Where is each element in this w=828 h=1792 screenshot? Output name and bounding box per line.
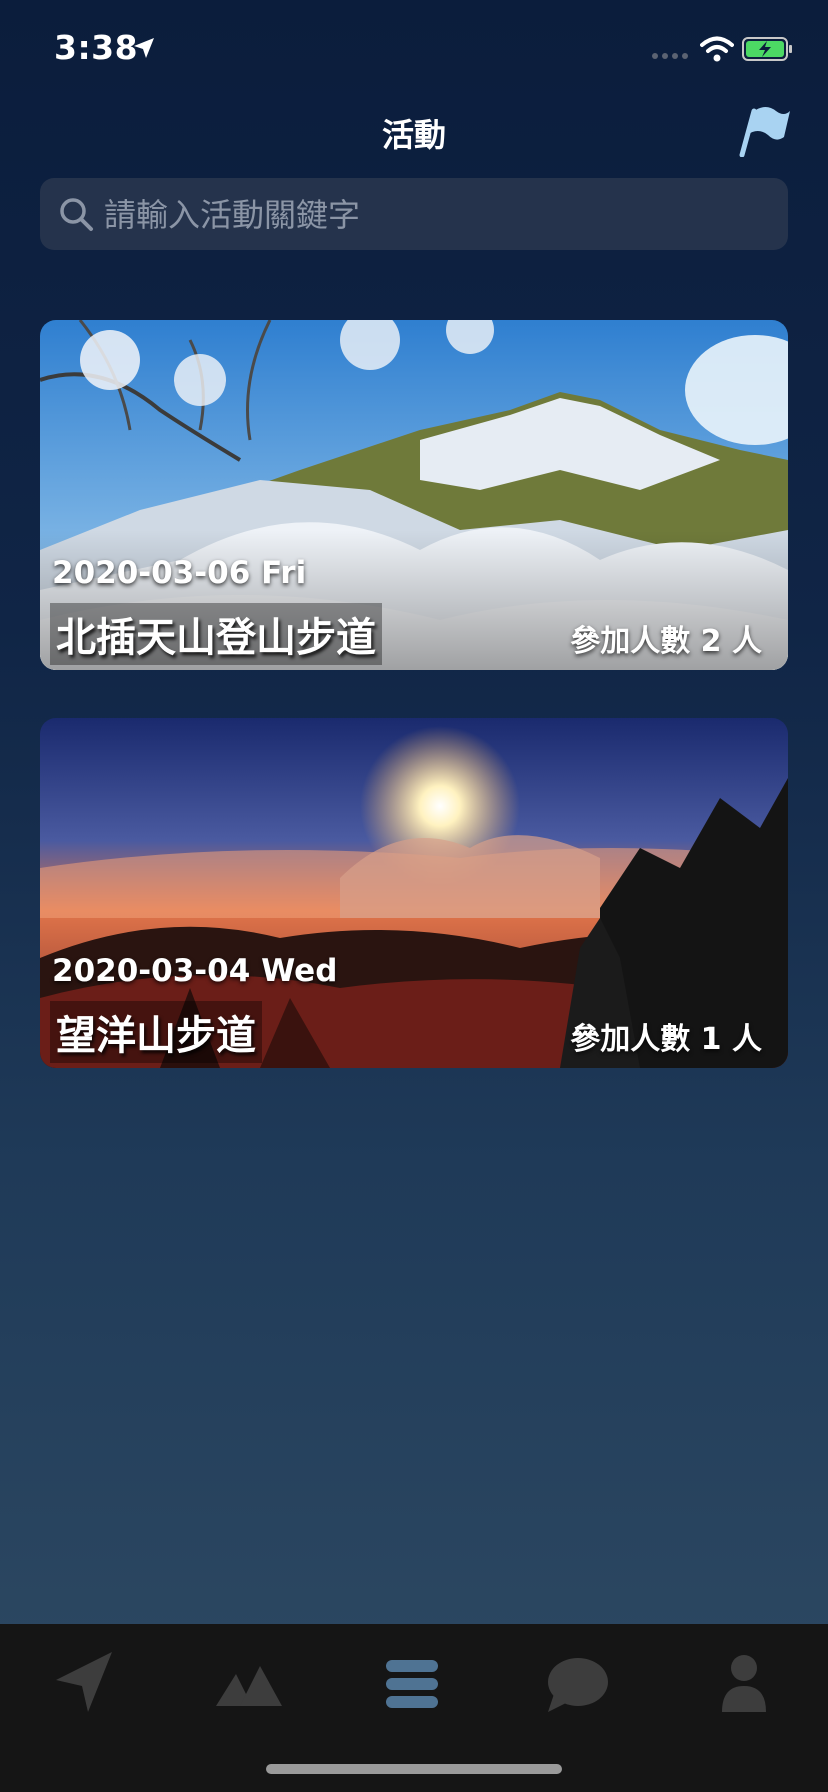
flag-icon	[739, 107, 790, 158]
status-bar: 3:38	[0, 0, 828, 100]
tab-navigate[interactable]	[44, 1644, 124, 1724]
status-time: 3:38	[54, 28, 139, 67]
wifi-icon	[700, 36, 734, 62]
chat-bubble-icon	[548, 1658, 608, 1712]
event-date: 2020-03-06 Fri	[52, 555, 307, 591]
person-icon	[722, 1655, 766, 1712]
search-icon	[60, 198, 93, 231]
page-title: 活動	[381, 116, 446, 154]
event-participants: 參加人數 1 人	[570, 1022, 762, 1057]
tab-messages[interactable]	[536, 1644, 616, 1724]
navigation-arrow-icon	[56, 1652, 112, 1712]
battery-charging-icon	[742, 37, 792, 61]
event-card[interactable]: 2020-03-04 Wed 望洋山步道 參加人數 1 人	[40, 718, 788, 1068]
signal-icon	[652, 53, 692, 61]
search-bar	[40, 178, 788, 252]
flag-button[interactable]	[738, 105, 792, 158]
event-card[interactable]: 2020-03-06 Fri 北插天山登山步道 參加人數 2 人	[40, 320, 788, 670]
event-title: 北插天山登山步道	[50, 603, 382, 665]
tab-profile[interactable]	[704, 1644, 784, 1724]
event-title: 望洋山步道	[50, 1001, 262, 1063]
search-input[interactable]	[102, 178, 776, 252]
tab-events[interactable]	[372, 1644, 452, 1724]
tab-mountains[interactable]	[208, 1644, 288, 1724]
event-date: 2020-03-04 Wed	[52, 953, 338, 989]
list-icon	[386, 1660, 438, 1708]
mountains-icon	[216, 1666, 282, 1706]
home-indicator	[266, 1764, 562, 1774]
event-participants: 參加人數 2 人	[570, 624, 762, 659]
location-arrow-icon	[134, 38, 154, 58]
